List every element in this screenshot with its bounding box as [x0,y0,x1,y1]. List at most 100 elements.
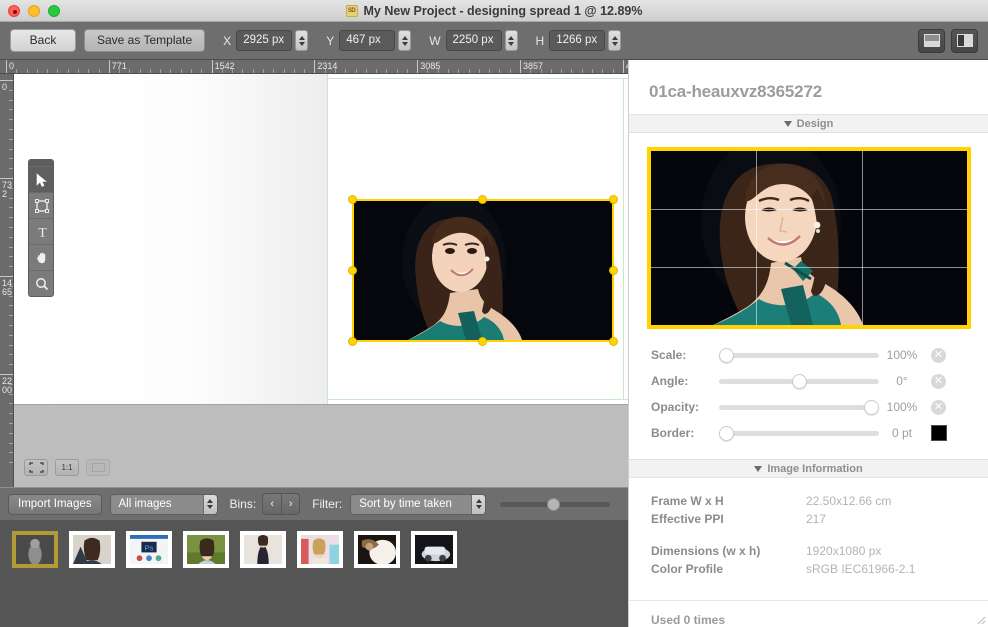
x-label: X [223,34,231,48]
slider-thumb[interactable] [719,348,734,363]
x-stepper[interactable] [295,30,308,51]
h-input[interactable]: 1266 px [549,30,605,51]
image-title: 01ca-heauxvz8365272 [629,60,988,114]
y-stepper[interactable] [398,30,411,51]
resize-handle-n[interactable] [478,195,487,204]
album-select[interactable]: All images [110,494,218,515]
info-value: sRGB IEC61966-2.1 [806,560,915,578]
bins-next-button[interactable]: › [281,493,300,515]
border-color-swatch[interactable] [931,425,947,441]
ruler-major-tick [212,60,213,73]
ruler-minor-tick [68,69,69,73]
ruler-minor-tick [9,237,13,238]
ruler-major-tick [6,60,7,73]
thumbnail-size-knob[interactable] [547,498,560,511]
album-select-arrows[interactable] [203,495,217,514]
ruler-minor-tick [592,69,593,73]
w-stepper[interactable] [505,30,518,51]
text-tool[interactable]: T [29,218,54,244]
thumbnail-size-slider[interactable] [500,493,610,515]
ruler-minor-tick [9,227,13,228]
zoom-tool[interactable] [29,270,54,296]
reset-scale-button[interactable]: ✕ [931,348,946,363]
sort-select-arrows[interactable] [471,495,485,514]
resize-handle-nw[interactable] [348,195,357,204]
back-button[interactable]: Back [10,29,76,52]
resize-handle-sw[interactable] [348,337,357,346]
filmstrip-thumbnail[interactable] [240,531,286,568]
fit-selection-button[interactable] [24,459,48,476]
ruler-minor-tick [57,69,58,73]
horizontal-split-layout-button[interactable] [918,29,945,53]
frame-photo [354,201,612,340]
angle-slider[interactable] [719,373,879,389]
frame-tool[interactable] [29,192,54,218]
ruler-minor-tick [9,433,13,434]
ruler-minor-tick [541,69,542,73]
filmstrip-thumbnail[interactable] [297,531,343,568]
actual-size-label: 1:1 [61,463,72,472]
opacity-slider[interactable] [719,399,879,415]
scale-slider[interactable] [719,347,879,363]
actual-size-button[interactable]: 1:1 [55,459,79,476]
slider-thumb[interactable] [719,426,734,441]
control-label: Scale: [651,348,719,362]
ruler-minor-tick [9,247,13,248]
slider-thumb[interactable] [792,374,807,389]
image-preview[interactable] [647,147,971,329]
w-input[interactable]: 2250 px [446,30,502,51]
resize-handle-w[interactable] [348,266,357,275]
grid-line-v2 [862,151,863,325]
filmstrip-thumbnail[interactable] [183,531,229,568]
page-left[interactable] [14,74,327,404]
ruler-minor-tick [469,69,470,73]
svg-text:Ps: Ps [145,543,154,552]
filmstrip-thumbnail[interactable]: Ps [126,531,172,568]
info-row: Dimensions (w x h) 1920x1080 px [651,542,988,560]
x-input[interactable]: 2925 px [236,30,292,51]
reset-angle-button[interactable]: ✕ [931,374,946,389]
resize-handle-ne[interactable] [609,195,618,204]
ruler-minor-tick [448,69,449,73]
resize-grip-icon[interactable] [974,613,986,625]
resize-handle-e[interactable] [609,266,618,275]
ruler-minor-tick [9,305,13,306]
pointer-tool[interactable] [29,166,54,192]
resize-handle-s[interactable] [478,337,487,346]
sort-select[interactable]: Sort by time taken [350,494,486,515]
filmstrip-thumbnail[interactable] [354,531,400,568]
filmstrip-thumbnail[interactable] [411,531,457,568]
control-value: 0° [879,374,925,388]
filmstrip-thumbnail[interactable] [12,531,58,568]
y-input[interactable]: 467 px [339,30,395,51]
thumbnail-image [187,535,225,564]
editor-region: 077115422314308538574628 073214652200 [0,60,628,627]
ruler-minor-tick [88,69,89,73]
control-label: Border: [651,426,719,440]
album-select-value: All images [111,495,203,514]
ruler-minor-tick [397,69,398,73]
h-stepper[interactable] [608,30,621,51]
image-information-section-header[interactable]: Image Information [629,459,988,478]
canvas[interactable] [14,74,628,404]
reset-opacity-button[interactable]: ✕ [931,400,946,415]
filter-label: Filter: [312,497,342,511]
slider-thumb[interactable] [864,400,879,415]
hand-tool[interactable] [29,244,54,270]
save-as-template-button[interactable]: Save as Template [84,29,205,52]
filmstrip-thumbnail[interactable] [69,531,115,568]
horizontal-ruler[interactable]: 077115422314308538574628 [0,60,628,74]
resize-handle-se[interactable] [609,337,618,346]
ruler-minor-tick [9,139,13,140]
main-toolbar: Back Save as Template X 2925 px Y 467 px… [0,22,988,60]
vertical-split-layout-button[interactable] [951,29,978,53]
fit-page-button[interactable] [86,459,110,476]
image-filmstrip[interactable]: Ps [0,520,628,627]
ruler-minor-tick [9,188,13,189]
design-section-header[interactable]: Design [629,114,988,133]
selected-image-frame[interactable] [352,199,614,342]
bins-prev-button[interactable]: ‹ [262,493,281,515]
import-images-button[interactable]: Import Images [8,494,102,515]
border-slider[interactable] [719,425,879,441]
ruler-minor-tick [27,69,28,73]
